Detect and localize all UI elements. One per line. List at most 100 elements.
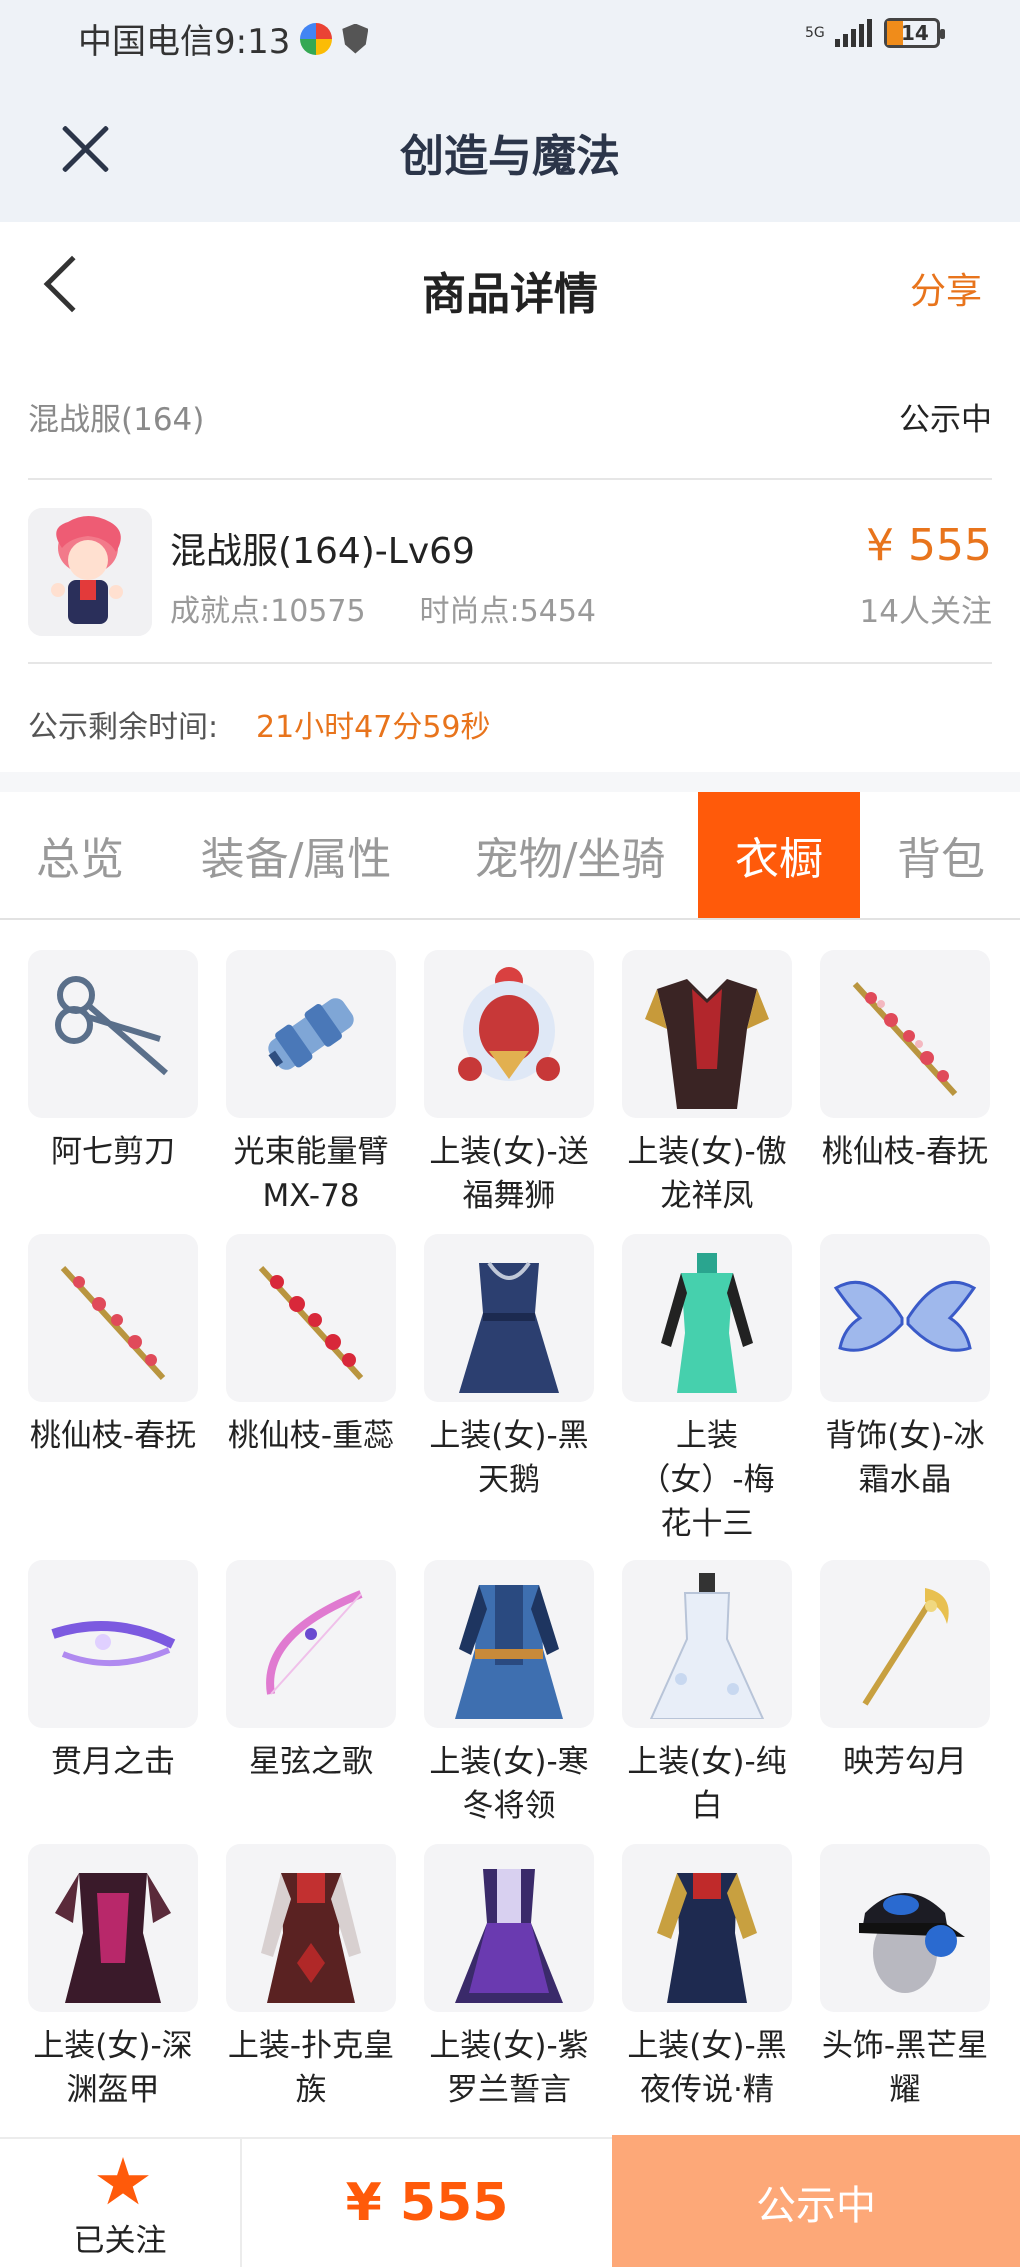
product-summary[interactable]: 混战服(164)-Lv69 成就点:10575 时尚点:5454 ¥ 555 1… (28, 480, 992, 664)
page-header: 商品详情 分享 (0, 222, 1020, 352)
outfit-night-icon (622, 1844, 792, 2012)
item-label: 上装 （女）-梅 花十三 (639, 1418, 775, 1542)
outfit-lion-icon (424, 950, 594, 1118)
outfit-dragon-icon (622, 950, 792, 1118)
app-notification-icon (300, 22, 333, 55)
item-label: 映芳勾月 (843, 1744, 967, 1780)
shield-icon (342, 23, 369, 54)
tab-wardrobe[interactable]: 衣橱 (698, 792, 860, 918)
item-label: 星弦之歌 (249, 1744, 373, 1780)
item-label: 上装(女)-黑夜传说·精 (627, 2028, 787, 2108)
moon-staff-icon (820, 1560, 990, 1728)
wardrobe-item[interactable]: 映芳勾月 (820, 1560, 990, 1784)
item-label: 贯月之击 (51, 1744, 175, 1780)
page-title: 商品详情 (422, 269, 598, 320)
cap-headphones-icon (820, 1844, 990, 2012)
wardrobe-item[interactable]: 上装(女)-紫罗兰誓言 (424, 1844, 594, 2112)
tab-bar: 总览 装备/属性 宠物/坐骑 衣橱 背包 (0, 792, 1020, 920)
star-icon (97, 2157, 149, 2205)
wardrobe-item[interactable]: 桃仙枝-春抚 (28, 1234, 198, 1458)
share-button[interactable]: 分享 (910, 262, 982, 314)
product-name: 混战服(164)-Lv69 (170, 531, 475, 572)
wardrobe-item[interactable]: 星弦之歌 (226, 1560, 396, 1784)
item-label: 桃仙枝-春抚 (821, 1134, 989, 1170)
fashion-points: 时尚点:5454 (419, 594, 597, 629)
tab-backpack[interactable]: 背包 (876, 792, 1006, 918)
item-label: 桃仙枝-春抚 (29, 1418, 197, 1454)
outfit-violet-icon (424, 1844, 594, 2012)
countdown: 公示剩余时间: 21小时47分59秒 (28, 664, 992, 788)
wardrobe-item[interactable]: 上装(女)-黑夜传说·精 (622, 1844, 792, 2112)
item-label: 桃仙枝-重蕊 (227, 1418, 395, 1454)
bottom-price: ¥ 555 (345, 2173, 509, 2233)
server-name: 混战服(164) (28, 402, 205, 438)
achievement-points: 成就点:10575 (170, 594, 366, 629)
battery-level: 14 (901, 21, 929, 45)
battery-icon: 14 (884, 18, 945, 48)
item-label: 上装(女)-深渊盔甲 (33, 2028, 193, 2108)
app-title: 创造与魔法 (400, 131, 620, 182)
outfit-qipao-icon (622, 1234, 792, 1402)
app-bar: 创造与魔法 (0, 70, 1020, 222)
wardrobe-item[interactable]: 阿七剪刀 (28, 950, 198, 1174)
wardrobe-item[interactable]: 光束能量臂MX-78 (226, 950, 396, 1218)
scissors-icon (28, 950, 198, 1118)
item-label: 背饰(女)-冰霜水晶 (825, 1418, 985, 1498)
outfit-poker-icon (226, 1844, 396, 2012)
signal-icon (835, 19, 872, 47)
countdown-label: 公示剩余时间: (28, 710, 219, 745)
wardrobe-item[interactable]: 上装(女)-深渊盔甲 (28, 1844, 198, 2112)
peach-branch-icon (226, 1234, 396, 1402)
wardrobe-item[interactable]: 上装(女)-寒冬将领 (424, 1560, 594, 1828)
status-bar: 中国电信9:13 5G 14 (0, 0, 1020, 70)
outfit-winter-general-icon (424, 1560, 594, 1728)
outfit-abyss-armor-icon (28, 1844, 198, 2012)
follow-button[interactable]: 已关注 (0, 2139, 242, 2267)
wardrobe-item[interactable]: 头饰-黑芒星耀 (820, 1844, 990, 2112)
tab-pets-mounts[interactable]: 宠物/坐骑 (448, 792, 692, 918)
peach-branch-icon (820, 950, 990, 1118)
section-divider (0, 772, 1020, 792)
tab-equipment[interactable]: 装备/属性 (182, 792, 410, 918)
product-price: ¥ 555 (866, 520, 992, 571)
wardrobe-item[interactable]: 背饰(女)-冰霜水晶 (820, 1234, 990, 1502)
item-label: 上装-扑克皇族 (227, 2028, 395, 2108)
follow-label: 已关注 (73, 2223, 167, 2259)
product-meta: 混战服(164) 公示中 (28, 352, 992, 480)
item-label: 上装(女)-寒冬将领 (429, 1744, 589, 1824)
item-label: 阿七剪刀 (51, 1134, 175, 1170)
public-status: 公示中 (899, 402, 992, 438)
wardrobe-item[interactable]: 上装(女)-黑天鹅 (424, 1234, 594, 1502)
item-label: 上装(女)-黑天鹅 (429, 1418, 589, 1498)
status-right: 5G 14 (805, 18, 945, 48)
wardrobe-item[interactable]: 上装(女)-傲龙祥凤 (622, 950, 792, 1218)
item-label: 上装(女)-傲龙祥凤 (627, 1134, 787, 1214)
bottom-bar: 已关注 ¥ 555 公示中 (0, 2135, 1020, 2267)
item-label: 光束能量臂MX-78 (233, 1134, 389, 1214)
product-stats: 成就点:10575 时尚点:5454 (170, 586, 596, 630)
item-label: 头饰-黑芒星耀 (821, 2028, 989, 2108)
network-type: 5G (805, 25, 825, 41)
wardrobe-item[interactable]: 上装(女)-纯白 (622, 1560, 792, 1828)
item-label: 上装(女)-纯白 (627, 1744, 787, 1824)
tab-overview[interactable]: 总览 (0, 792, 160, 918)
crossbow-icon (28, 1560, 198, 1728)
carrier-time: 中国电信9:13 (78, 22, 291, 62)
status-left: 中国电信9:13 (78, 14, 369, 63)
character-avatar (28, 508, 152, 636)
public-status-button[interactable]: 公示中 (612, 2135, 1020, 2267)
outfit-white-dress-icon (622, 1560, 792, 1728)
outfit-black-swan-icon (424, 1234, 594, 1402)
wardrobe-item[interactable]: 上装(女)-送福舞狮 (424, 950, 594, 1218)
peach-branch-icon (28, 1234, 198, 1402)
wardrobe-item[interactable]: 上装 （女）-梅 花十三 (622, 1234, 792, 1546)
item-label: 上装(女)-送福舞狮 (429, 1134, 589, 1214)
follower-count: 14人关注 (859, 594, 992, 630)
bow-icon (226, 1560, 396, 1728)
wardrobe-item[interactable]: 上装-扑克皇族 (226, 1844, 396, 2112)
wardrobe-item[interactable]: 桃仙枝-重蕊 (226, 1234, 396, 1458)
wardrobe-item[interactable]: 贯月之击 (28, 1560, 198, 1784)
countdown-value: 21小时47分59秒 (256, 710, 491, 745)
wardrobe-item[interactable]: 桃仙枝-春抚 (820, 950, 990, 1174)
energy-arm-icon (226, 950, 396, 1118)
